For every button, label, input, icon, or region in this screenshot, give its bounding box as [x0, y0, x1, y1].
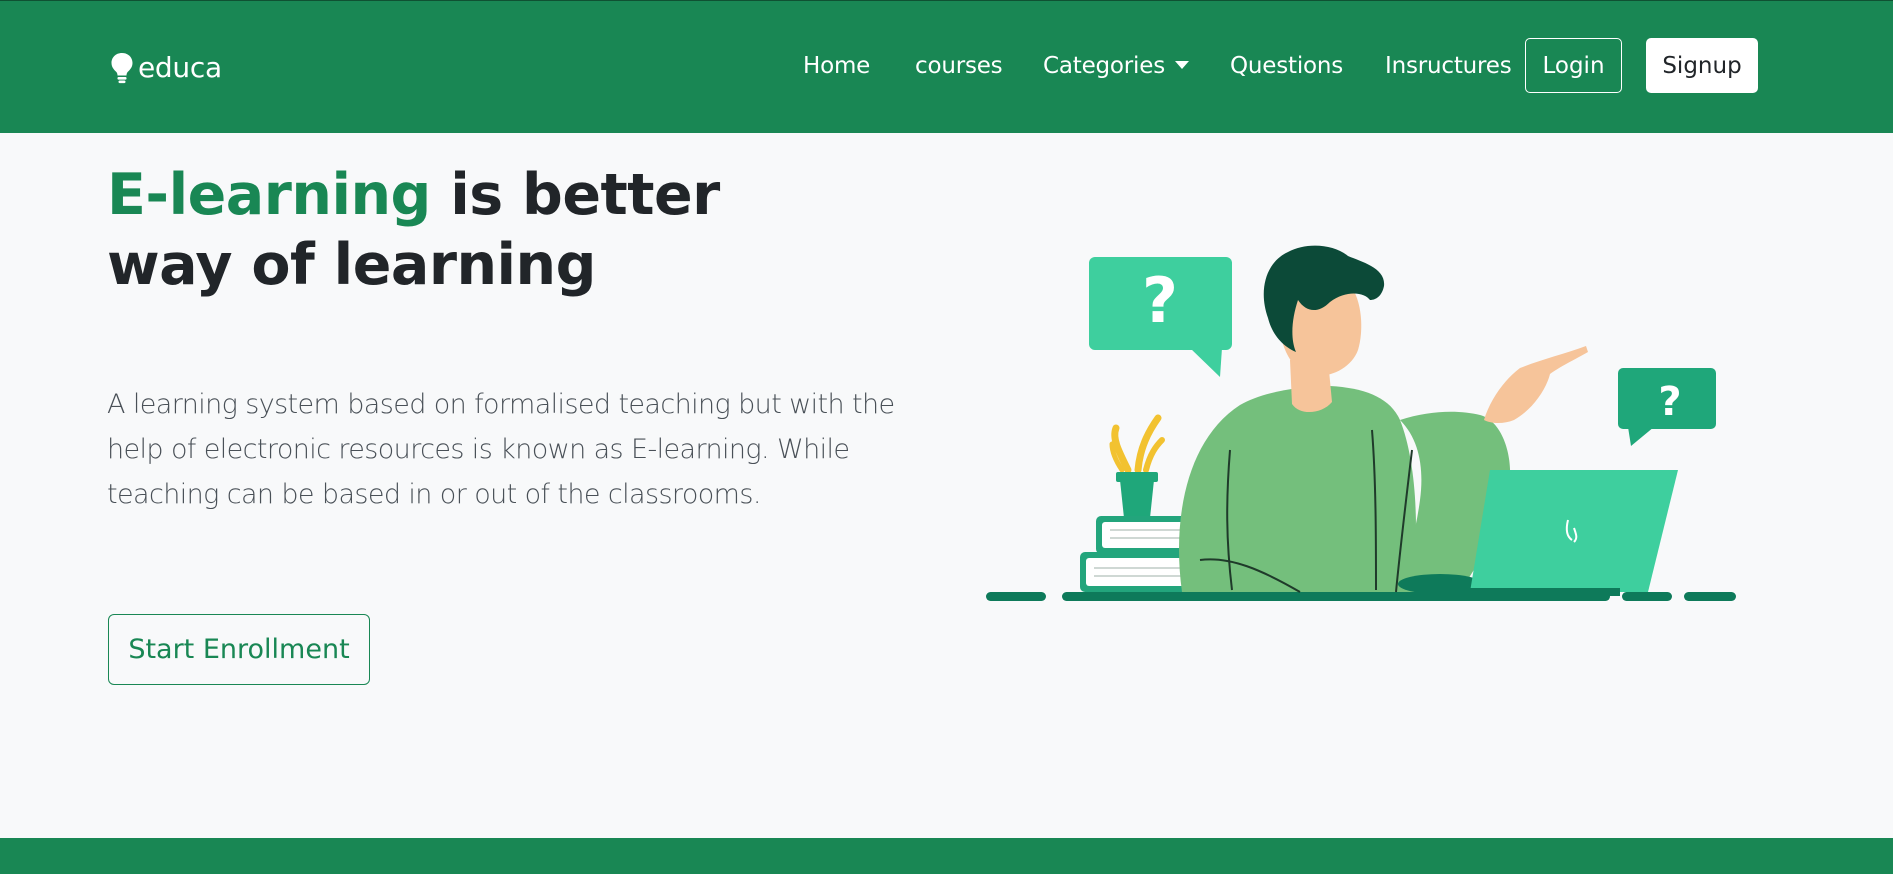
navbar: educa Home courses Categories Questions …	[0, 0, 1893, 133]
login-button[interactable]: Login	[1525, 38, 1622, 93]
nav-categories-dropdown[interactable]: Categories	[1043, 53, 1189, 79]
caret-down-icon	[1174, 61, 1189, 69]
bubble-left-question-mark: ?	[1142, 264, 1178, 337]
nav-home[interactable]: Home	[803, 53, 870, 79]
nav-courses[interactable]: courses	[915, 53, 1003, 79]
hero-title-line1-rest: is better	[430, 162, 720, 228]
question-bubble-right: ?	[1618, 368, 1716, 446]
hero-title-accent: E-learning	[107, 162, 431, 228]
question-bubble-left: ?	[1089, 257, 1232, 377]
nav-categories-label: Categories	[1043, 53, 1165, 79]
elearning-illustration: ? ?	[986, 245, 1736, 601]
nav-instructors[interactable]: Insructures	[1385, 53, 1512, 79]
hero-title-line2: way of learning	[107, 232, 596, 298]
footer-bar	[0, 838, 1893, 874]
start-enrollment-button[interactable]: Start Enrollment	[108, 614, 370, 685]
bubble-right-question-mark: ?	[1658, 379, 1681, 425]
signup-button[interactable]: Signup	[1646, 38, 1758, 93]
nav-questions[interactable]: Questions	[1230, 53, 1343, 79]
hero-title: E-learning is better way of learning	[107, 160, 720, 300]
desk-line	[986, 592, 1736, 601]
plant-pot	[1109, 414, 1165, 518]
hero-description: A learning system based on formalised te…	[107, 389, 895, 510]
